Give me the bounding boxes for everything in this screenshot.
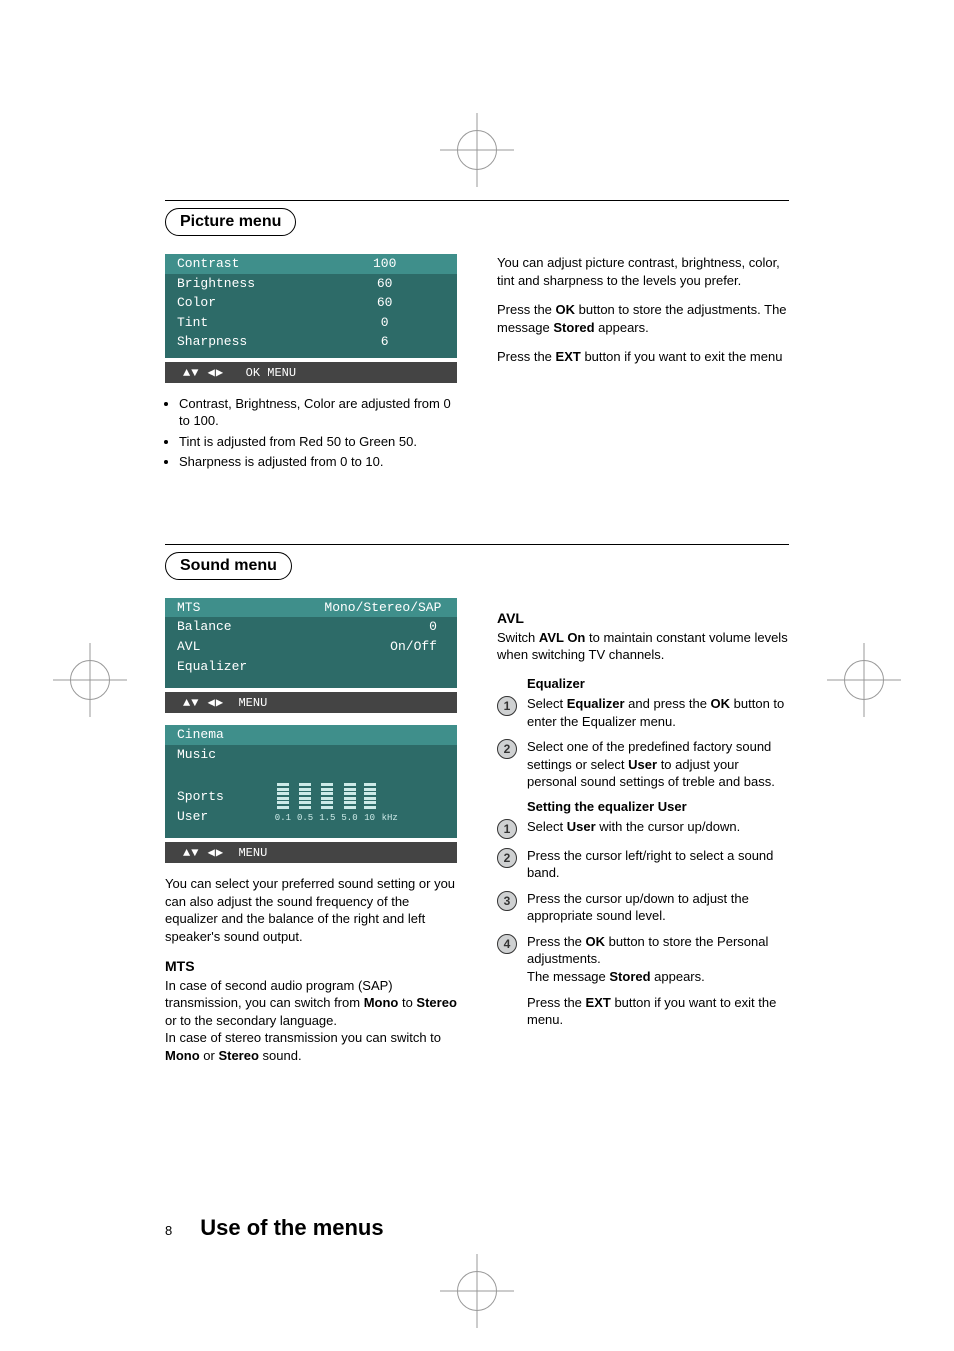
page-number: 8 bbox=[165, 1223, 172, 1238]
page-footer: 8 Use of the menus bbox=[165, 1215, 384, 1241]
step-item: 1 Select Equalizer and press the OK butt… bbox=[497, 695, 789, 730]
hint-bar: ▲▼ ◀▶ MENU bbox=[165, 692, 457, 713]
bullet-item: Contrast, Brightness, Color are adjusted… bbox=[179, 395, 457, 430]
menu-item-label: Brightness bbox=[177, 275, 324, 293]
step-item: 2 Select one of the predefined factory s… bbox=[497, 738, 789, 791]
menu-item-value: 100 bbox=[324, 255, 445, 273]
page-content: Picture menu Contrast100 Brightness60 Co… bbox=[165, 200, 789, 1251]
sound-exit: Press the EXT button if you want to exit… bbox=[497, 994, 789, 1029]
hint-bar: ▲▼ ◀▶ MENU bbox=[165, 842, 457, 863]
menu-item-label: MTS bbox=[177, 599, 324, 617]
menu-item-value: 0 bbox=[324, 314, 445, 332]
arrow-icons: ▲▼ ◀▶ bbox=[183, 846, 224, 860]
menu-item-label: Sports bbox=[177, 788, 271, 806]
mts-heading: MTS bbox=[165, 958, 457, 974]
menu-item-value: 0 bbox=[324, 618, 445, 636]
menu-item-label: Sharpness bbox=[177, 333, 324, 351]
menu-item-label: Cinema bbox=[177, 726, 324, 744]
bullet-item: Tint is adjusted from Red 50 to Green 50… bbox=[179, 433, 457, 451]
equalizer-bars: 0.1 0.5 1.5 5.0 10 kHz bbox=[271, 783, 398, 824]
avl-para: Switch AVL On to maintain constant volum… bbox=[497, 629, 789, 664]
footer-title: Use of the menus bbox=[200, 1215, 383, 1241]
step-item: 1 Select User with the cursor up/down. bbox=[497, 818, 789, 839]
step-number-icon: 2 bbox=[497, 739, 517, 759]
picture-bullets: Contrast, Brightness, Color are adjusted… bbox=[165, 395, 457, 471]
step-number-icon: 1 bbox=[497, 696, 517, 716]
sound-menu-title: Sound menu bbox=[165, 552, 292, 580]
arrow-icons: ▲▼ ◀▶ bbox=[183, 696, 224, 710]
registration-mark bbox=[70, 660, 110, 700]
mts-para: In case of second audio program (SAP) tr… bbox=[165, 977, 457, 1030]
picture-exit: Press the EXT button if you want to exit… bbox=[497, 348, 789, 366]
sound-intro: You can select your preferred sound sett… bbox=[165, 875, 457, 945]
picture-menu-title: Picture menu bbox=[165, 208, 296, 236]
step-item: 2 Press the cursor left/right to select … bbox=[497, 847, 789, 882]
step-item: 4 Press the OK button to store the Perso… bbox=[497, 933, 789, 986]
menu-item-label: AVL bbox=[177, 638, 324, 656]
picture-intro: You can adjust picture contrast, brightn… bbox=[497, 254, 789, 289]
hint-bar: ▲▼ ◀▶ OK MENU bbox=[165, 362, 457, 383]
step-number-icon: 1 bbox=[497, 819, 517, 839]
menu-item-value: Mono/Stereo/SAP bbox=[324, 599, 449, 617]
menu-item-label: Equalizer bbox=[177, 658, 324, 676]
registration-mark bbox=[457, 1271, 497, 1311]
menu-item-label: Color bbox=[177, 294, 324, 312]
avl-heading: AVL bbox=[497, 610, 789, 626]
step-number-icon: 2 bbox=[497, 848, 517, 868]
setuser-heading: Setting the equalizer User bbox=[497, 799, 789, 814]
sound-menu-box-1: MTSMono/Stereo/SAP Balance0 AVLOn/Off Eq… bbox=[165, 598, 457, 688]
menu-item-label: Balance bbox=[177, 618, 324, 636]
step-number-icon: 4 bbox=[497, 934, 517, 954]
menu-item-label: Music bbox=[177, 746, 324, 764]
mts-para-2: In case of stereo transmission you can s… bbox=[165, 1029, 457, 1064]
sound-menu-box-2: Cinema Music Sports 0.1 0.5 1.5 5.0 10 k… bbox=[165, 725, 457, 838]
menu-item-value: 60 bbox=[324, 294, 445, 312]
hint-text: MENU bbox=[238, 846, 267, 860]
step-number-icon: 3 bbox=[497, 891, 517, 911]
menu-item-value: 60 bbox=[324, 275, 445, 293]
arrow-icons: ▲▼ ◀▶ bbox=[183, 366, 224, 380]
bullet-item: Sharpness is adjusted from 0 to 10. bbox=[179, 453, 457, 471]
hint-text: MENU bbox=[238, 696, 267, 710]
menu-item-value: 6 bbox=[324, 333, 445, 351]
menu-item-label: Tint bbox=[177, 314, 324, 332]
picture-menu-box: Contrast100 Brightness60 Color60 Tint0 S… bbox=[165, 254, 457, 358]
menu-item-label: Contrast bbox=[177, 255, 324, 273]
hint-text: OK MENU bbox=[246, 366, 296, 380]
menu-item-value: On/Off bbox=[324, 638, 445, 656]
step-item: 3 Press the cursor up/down to adjust the… bbox=[497, 890, 789, 925]
equalizer-heading: Equalizer bbox=[497, 676, 789, 691]
registration-mark bbox=[457, 130, 497, 170]
registration-mark bbox=[844, 660, 884, 700]
picture-store: Press the OK button to store the adjustm… bbox=[497, 301, 789, 336]
